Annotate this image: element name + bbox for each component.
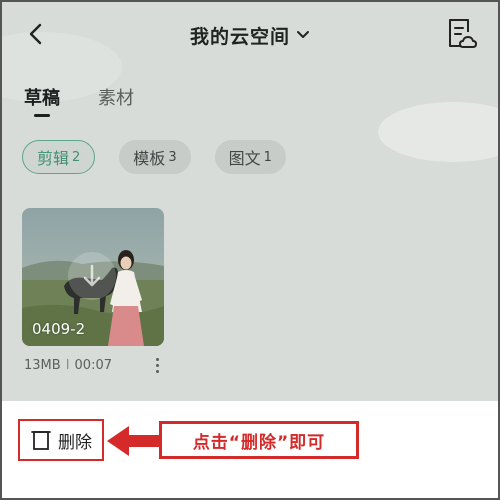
background-shape — [378, 102, 498, 162]
chip-label: 剪辑 — [37, 149, 70, 168]
chip-count: 1 — [263, 149, 272, 165]
page-title: 我的云空间 — [189, 25, 290, 48]
draft-size: 13MB — [24, 358, 61, 373]
filter-chips: 剪辑 2 模板 3 图文 1 — [22, 140, 286, 174]
filter-chip-graphic[interactable]: 图文 1 — [214, 140, 286, 174]
delete-button[interactable]: 删除 — [18, 419, 104, 461]
delete-label: 删除 — [58, 432, 92, 453]
trash-icon — [31, 431, 51, 450]
chevron-down-icon — [297, 31, 309, 38]
draft-meta: 13MB I 00:07 — [24, 358, 112, 373]
dot — [155, 363, 159, 367]
instruction-text: 点击“删除”即可 — [192, 432, 326, 453]
tab-bar: 草稿 素材 — [24, 84, 134, 117]
draft-duration: 00:07 — [74, 358, 112, 373]
cloud-drafts-icon — [449, 19, 477, 48]
tab-materials[interactable]: 素材 — [98, 84, 134, 110]
header-title-group[interactable]: 我的云空间 — [2, 20, 498, 50]
dot — [155, 357, 159, 361]
chip-count: 2 — [72, 149, 81, 165]
cloud-drafts-button[interactable] — [444, 16, 478, 52]
meta-separator: I — [65, 358, 70, 373]
instruction-callout: 点击“删除”即可 — [159, 421, 359, 459]
dot — [155, 369, 159, 373]
arrow-left-icon — [107, 426, 165, 456]
chip-count: 3 — [168, 149, 177, 165]
chip-label: 图文 — [228, 149, 261, 168]
chip-label: 模板 — [133, 149, 166, 168]
tab-drafts[interactable]: 草稿 — [24, 84, 60, 117]
tab-label: 草稿 — [24, 88, 60, 109]
more-vertical-icon[interactable] — [150, 354, 164, 376]
filter-chip-edit[interactable]: 剪辑 2 — [22, 140, 96, 174]
tab-indicator — [34, 114, 50, 117]
filter-chip-template[interactable]: 模板 3 — [119, 140, 191, 174]
draft-thumbnail[interactable]: 0409-2 — [22, 208, 164, 346]
draft-name: 0409-2 — [32, 320, 86, 338]
dimmed-background: 我的云空间 草稿 素材 剪辑 2 模板 3 图文 1 0409-2 13MB I… — [2, 2, 498, 401]
tab-label: 素材 — [98, 88, 134, 109]
